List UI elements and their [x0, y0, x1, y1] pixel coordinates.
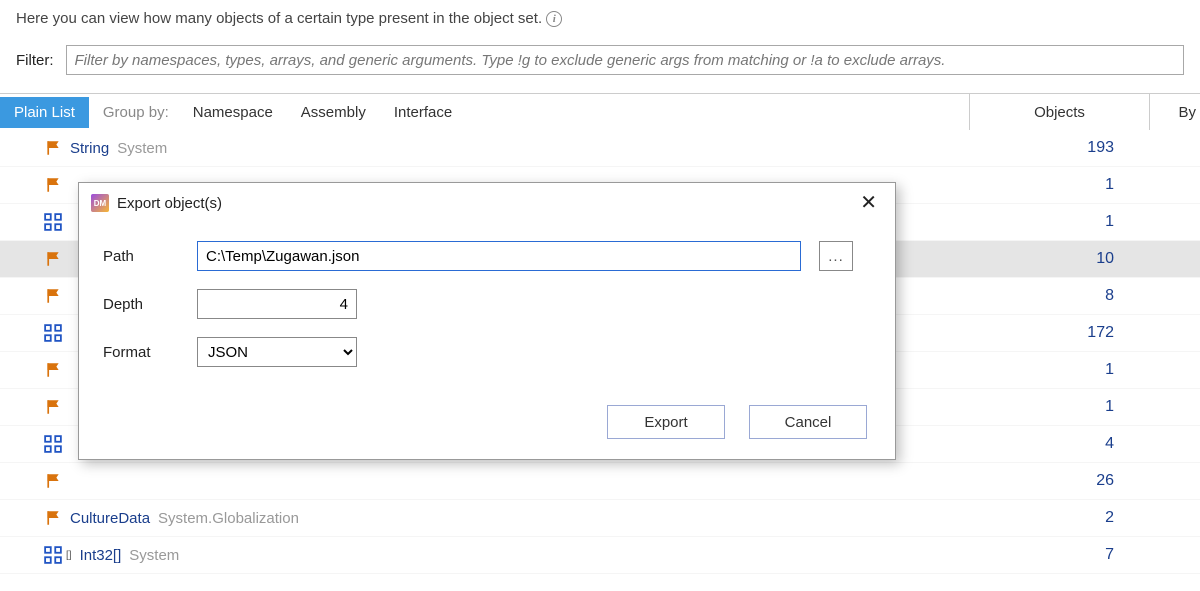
objects-count: 26: [970, 472, 1150, 490]
browse-button[interactable]: ...: [819, 241, 853, 271]
type-name: Int32[]: [80, 547, 122, 564]
path-input[interactable]: [197, 241, 801, 271]
table-row[interactable]: [] Int32[] System 7: [0, 537, 1200, 574]
namespace-name: System: [117, 140, 167, 157]
objects-count: 7: [970, 546, 1150, 564]
column-objects[interactable]: Objects: [970, 94, 1150, 130]
type-name: String: [70, 140, 109, 157]
objects-count: 1: [970, 398, 1150, 416]
objects-count: 193: [970, 139, 1150, 157]
export-button[interactable]: Export: [607, 405, 725, 439]
table-row[interactable]: 26: [0, 463, 1200, 500]
tab-namespace[interactable]: Namespace: [179, 97, 287, 128]
export-dialog: DM Export object(s) ✕ Path ... Depth For…: [78, 182, 896, 460]
format-select[interactable]: JSON: [197, 337, 357, 367]
filter-input[interactable]: [66, 45, 1185, 75]
filter-label: Filter:: [16, 52, 54, 69]
tab-interface[interactable]: Interface: [380, 97, 466, 128]
info-text: Here you can view how many objects of a …: [16, 10, 1184, 27]
class-icon: [44, 176, 62, 194]
objects-count: 172: [970, 324, 1150, 342]
class-icon: [44, 509, 62, 527]
class-icon: [44, 472, 62, 490]
info-icon[interactable]: i: [546, 11, 562, 27]
namespace-name: System.Globalization: [158, 510, 299, 527]
format-label: Format: [103, 344, 193, 361]
struct-icon: [44, 435, 62, 453]
objects-count: 1: [970, 176, 1150, 194]
tab-assembly[interactable]: Assembly: [287, 97, 380, 128]
app-icon: DM: [91, 194, 109, 212]
class-icon: [44, 250, 62, 268]
tab-plain-list[interactable]: Plain List: [0, 97, 89, 128]
objects-count: 1: [970, 361, 1150, 379]
class-icon: [44, 361, 62, 379]
objects-count: 10: [970, 250, 1150, 268]
struct-icon: [44, 213, 62, 231]
column-bytes[interactable]: By: [1150, 94, 1200, 130]
class-icon: [44, 398, 62, 416]
class-icon: [44, 287, 62, 305]
struct-icon: [44, 324, 62, 342]
close-icon[interactable]: ✕: [854, 191, 883, 215]
namespace-name: System: [129, 547, 179, 564]
table-row[interactable]: String System 193: [0, 130, 1200, 167]
depth-input[interactable]: [197, 289, 357, 319]
objects-count: 1: [970, 213, 1150, 231]
dialog-title: Export object(s): [117, 195, 846, 212]
array-badge-icon: []: [66, 550, 72, 561]
depth-label: Depth: [103, 296, 193, 313]
objects-count: 8: [970, 287, 1150, 305]
objects-count: 4: [970, 435, 1150, 453]
type-name: CultureData: [70, 510, 150, 527]
table-row[interactable]: CultureData System.Globalization 2: [0, 500, 1200, 537]
objects-count: 2: [970, 509, 1150, 527]
group-by-label: Group by:: [89, 97, 179, 128]
table-header: Plain List Group by: Namespace Assembly …: [0, 94, 1200, 130]
cancel-button[interactable]: Cancel: [749, 405, 867, 439]
struct-icon: [44, 546, 62, 564]
path-label: Path: [103, 248, 193, 265]
class-icon: [44, 139, 62, 157]
